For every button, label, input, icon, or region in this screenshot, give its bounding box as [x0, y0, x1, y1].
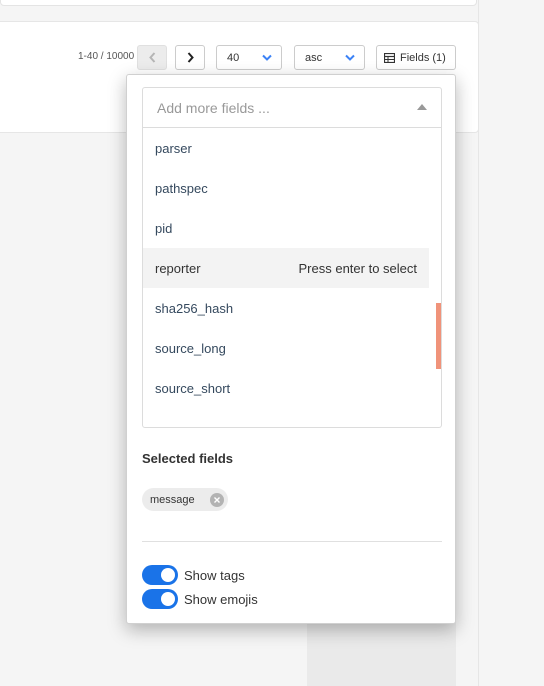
field-option-pid[interactable]: pid: [143, 208, 429, 248]
caret-up-icon[interactable]: [417, 104, 427, 110]
remove-chip-icon[interactable]: [210, 493, 224, 507]
select-hint: Press enter to select: [298, 260, 418, 276]
page-size-value: 40: [227, 51, 240, 64]
field-option-source-long[interactable]: source_long: [143, 328, 429, 368]
show-emojis-label: Show emojis: [184, 591, 258, 607]
option-label: source_short: [155, 380, 231, 396]
field-search-placeholder: Add more fields ...: [157, 99, 270, 116]
option-label: parser: [155, 140, 192, 156]
chip-label: message: [150, 493, 195, 506]
selected-field-chip: message: [142, 488, 228, 511]
result-count: 1-40 / 10000: [78, 51, 135, 62]
page-size-select[interactable]: 40: [216, 45, 282, 70]
option-label: source_long: [155, 340, 226, 356]
field-option-source-short[interactable]: source_short: [143, 368, 429, 408]
chevron-right-icon: [187, 52, 194, 63]
sort-order-value: asc: [305, 51, 323, 64]
show-tags-toggle[interactable]: [142, 565, 178, 585]
right-panel: [478, 0, 544, 686]
field-option-sha256-hash[interactable]: sha256_hash: [143, 288, 429, 328]
selected-fields-title: Selected fields: [142, 451, 234, 466]
fields-button[interactable]: Fields (1): [376, 45, 456, 70]
option-label: pathspec: [155, 180, 208, 196]
chevron-down-icon: [262, 54, 272, 61]
option-label: pid: [155, 220, 173, 236]
table-icon: [384, 52, 395, 63]
show-emojis-row: Show emojis: [142, 589, 258, 609]
next-page-button[interactable]: [175, 45, 205, 70]
sort-order-select[interactable]: asc: [294, 45, 365, 70]
fields-dropdown: Add more fields ... parser pathspec pid …: [126, 74, 456, 624]
chevron-down-icon: [345, 54, 355, 61]
previous-page-button[interactable]: [137, 45, 167, 70]
field-multiselect[interactable]: Add more fields ... parser pathspec pid …: [142, 87, 442, 428]
list-scrollbar[interactable]: [436, 303, 441, 369]
field-search-input[interactable]: Add more fields ...: [143, 88, 441, 128]
option-label: reporter: [155, 260, 201, 276]
show-emojis-toggle[interactable]: [142, 589, 178, 609]
fields-button-label: Fields (1): [400, 51, 446, 64]
field-option-reporter[interactable]: reporter Press enter to select: [143, 248, 429, 288]
field-option-parser[interactable]: parser: [143, 128, 429, 168]
show-tags-label: Show tags: [184, 567, 245, 583]
show-tags-row: Show tags: [142, 565, 245, 585]
divider: [142, 541, 442, 542]
field-option-pathspec[interactable]: pathspec: [143, 168, 429, 208]
field-options-list[interactable]: parser pathspec pid reporter Press enter…: [143, 128, 441, 428]
option-label: sha256_hash: [155, 300, 234, 316]
chevron-left-icon: [148, 52, 155, 63]
top-card: [0, 0, 477, 6]
